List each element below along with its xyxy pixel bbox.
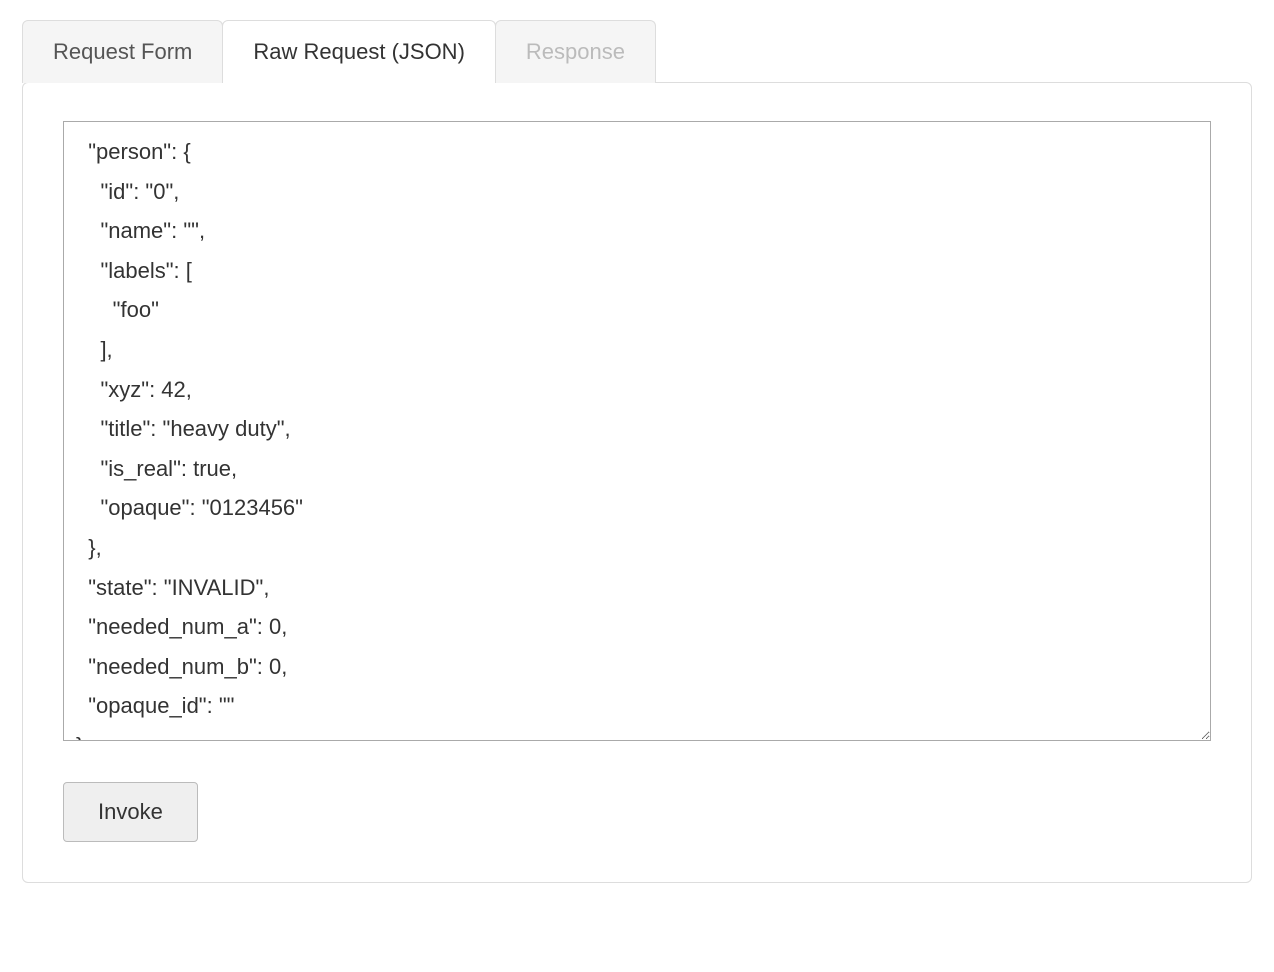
tab-content-raw-request: Invoke [22, 82, 1252, 883]
tab-request-form[interactable]: Request Form [22, 20, 223, 83]
tab-bar: Request Form Raw Request (JSON) Response [22, 20, 1252, 83]
main-container: Request Form Raw Request (JSON) Response… [22, 20, 1252, 883]
tab-raw-request[interactable]: Raw Request (JSON) [222, 20, 496, 83]
invoke-button[interactable]: Invoke [63, 782, 198, 842]
raw-json-textarea[interactable] [63, 121, 1211, 741]
tab-response: Response [495, 20, 656, 83]
